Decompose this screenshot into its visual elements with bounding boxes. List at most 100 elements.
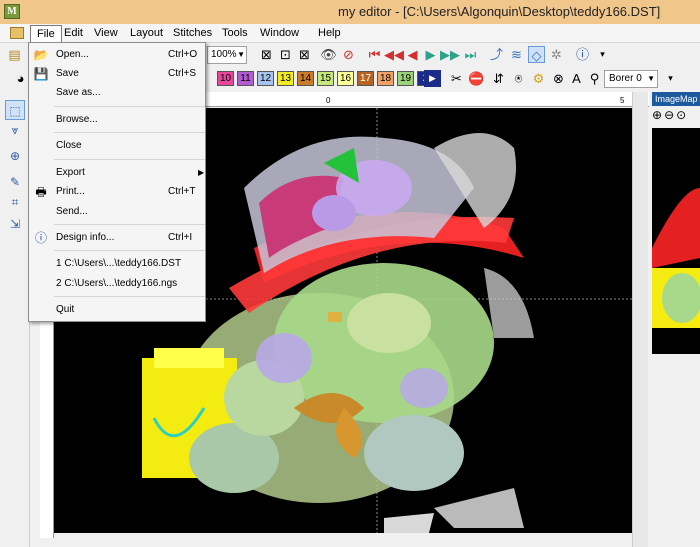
- color-swatch-17[interactable]: 17: [357, 71, 374, 86]
- info-icon[interactable]: ⓘ: [574, 46, 591, 63]
- menu-open[interactable]: 📂 Open... Ctrl+O: [29, 46, 205, 64]
- menu-view[interactable]: View: [88, 25, 124, 42]
- menu-item-label: Open...: [56, 49, 89, 60]
- needle-icon[interactable]: ⤴: [488, 46, 505, 63]
- color-swatch-14[interactable]: 14: [297, 71, 314, 86]
- menu-item-shortcut: Ctrl+T: [168, 186, 196, 197]
- menu-item-label: Save as...: [56, 87, 101, 98]
- prev-stitch-icon[interactable]: ◀: [404, 46, 421, 63]
- menu-separator: [54, 106, 205, 107]
- save-icon: 💾: [33, 67, 49, 81]
- document-icon[interactable]: [10, 27, 24, 39]
- thread-select-value: Borer 0: [609, 73, 642, 84]
- menu-close[interactable]: Close: [29, 137, 205, 155]
- toolbar-overflow-icon[interactable]: ▾: [662, 70, 679, 87]
- menu-edit[interactable]: Edit: [58, 25, 89, 42]
- stitch-select-icon[interactable]: ⩔: [5, 120, 25, 140]
- zoom-fit-icon[interactable]: ⊠: [258, 46, 275, 63]
- printer-icon: 🖶: [35, 185, 47, 199]
- prev-color-icon[interactable]: ◀◀: [384, 46, 404, 63]
- hide-stitches-icon[interactable]: ⊘: [340, 46, 357, 63]
- outline-icon[interactable]: ◇: [528, 46, 545, 63]
- new-file-icon[interactable]: ▤: [6, 46, 23, 63]
- gear-icon[interactable]: ⚙: [530, 70, 547, 87]
- zoom-page-icon[interactable]: ⊠: [296, 46, 313, 63]
- submenu-arrow-icon: ▶: [198, 168, 205, 177]
- menu-item-label: Browse...: [56, 114, 98, 125]
- imagemap-title: ImageMap: [652, 92, 700, 106]
- bead-icon[interactable]: ⍟: [510, 70, 527, 87]
- palette-icon[interactable]: ◕: [12, 70, 29, 87]
- imagemap-view[interactable]: [652, 128, 700, 354]
- menu-separator: [54, 224, 205, 225]
- zoom-in-icon[interactable]: ⊕: [652, 108, 664, 122]
- menu-item-label: 2 C:\Users\...\teddy166.ngs: [56, 278, 178, 289]
- color-swatch-10[interactable]: 10: [217, 71, 234, 86]
- menu-window[interactable]: Window: [254, 25, 305, 42]
- menu-recent-file-1[interactable]: 1 C:\Users\...\teddy166.DST: [29, 255, 205, 273]
- zoom-value: 100%: [211, 49, 237, 60]
- menu-item-label: 1 C:\Users\...\teddy166.DST: [56, 258, 182, 269]
- sparkle-icon[interactable]: ✲: [548, 46, 565, 63]
- menu-recent-file-2[interactable]: 2 C:\Users\...\teddy166.ngs: [29, 275, 205, 293]
- ruler-tick: 5: [620, 96, 625, 105]
- menu-export[interactable]: Export ▶: [29, 164, 205, 182]
- measure-icon[interactable]: ⇲: [5, 214, 25, 234]
- menu-item-shortcut: Ctrl+S: [168, 68, 197, 79]
- last-stitch-icon[interactable]: ⏭: [462, 46, 479, 63]
- open-folder-icon: 📂: [33, 48, 49, 62]
- menu-stitches[interactable]: Stitches: [167, 25, 218, 42]
- menu-print[interactable]: 🖶 Print... Ctrl+T: [29, 183, 205, 201]
- toolbar-overflow-icon[interactable]: ▾: [594, 46, 611, 63]
- color-swatch-12[interactable]: 12: [257, 71, 274, 86]
- ruler-tick: 0: [326, 96, 331, 105]
- thread-select[interactable]: Borer 0 ▼: [604, 70, 658, 88]
- swatch-scroll-icon[interactable]: ▶: [424, 70, 441, 87]
- zoom-out-icon[interactable]: ⊖: [664, 108, 676, 122]
- menu-tools[interactable]: Tools: [216, 25, 254, 42]
- select-tool-icon[interactable]: ⬚: [5, 100, 25, 120]
- window-title: my editor - [C:\Users\Algonquin\Desktop\…: [338, 4, 661, 19]
- menu-separator: [54, 296, 205, 297]
- vertical-scrollbar[interactable]: [632, 92, 648, 547]
- menu-file[interactable]: File: [30, 25, 62, 42]
- trim-icon[interactable]: ⚲: [586, 70, 603, 87]
- menu-save[interactable]: 💾 Save Ctrl+S: [29, 65, 205, 83]
- color-swatch-16[interactable]: 16: [337, 71, 354, 86]
- edit-points-icon[interactable]: ⌗: [5, 192, 25, 212]
- tool-palette: ⬚ ⩔ ⊕ ✎ ⌗ ⇲: [0, 92, 30, 547]
- zoom-reset-icon[interactable]: ⊙: [676, 108, 688, 122]
- first-stitch-icon[interactable]: ⏮: [366, 46, 383, 63]
- zoom-select[interactable]: 100% ▼: [207, 46, 247, 64]
- color-swatch-13[interactable]: 13: [277, 71, 294, 86]
- menu-separator: [54, 159, 205, 160]
- color-swatch-18[interactable]: 18: [377, 71, 394, 86]
- next-color-icon[interactable]: ▶▶: [440, 46, 460, 63]
- digitize-icon[interactable]: ✎: [5, 172, 25, 192]
- color-swatch-19[interactable]: 19: [397, 71, 414, 86]
- wave-icon[interactable]: ≋: [508, 46, 525, 63]
- text-icon[interactable]: A: [568, 70, 585, 87]
- menu-item-label: Save: [56, 68, 79, 79]
- menu-help[interactable]: Help: [312, 25, 347, 42]
- menu-save-as[interactable]: Save as...: [29, 84, 205, 102]
- scissors-icon[interactable]: ✂: [448, 70, 465, 87]
- menu-send[interactable]: Send...: [29, 203, 205, 221]
- show-stitches-icon[interactable]: 👁: [320, 46, 337, 63]
- menu-layout[interactable]: Layout: [124, 25, 169, 42]
- color-swatch-15[interactable]: 15: [317, 71, 334, 86]
- menu-item-shortcut: Ctrl+I: [168, 232, 193, 243]
- menu-separator: [54, 250, 205, 251]
- menu-browse[interactable]: Browse...: [29, 111, 205, 129]
- app-icon[interactable]: M: [4, 4, 20, 19]
- sequin-icon[interactable]: ⇵: [490, 70, 507, 87]
- menu-quit[interactable]: Quit: [29, 301, 205, 319]
- menu-design-info[interactable]: ⓘ Design info... Ctrl+I: [29, 229, 205, 247]
- marker-icon[interactable]: ⊗: [550, 70, 567, 87]
- zoom-design-icon[interactable]: ⊡: [277, 46, 294, 63]
- zoom-tool-icon[interactable]: ⊕: [5, 146, 25, 166]
- stop-icon[interactable]: ⛔: [468, 70, 485, 87]
- chevron-down-icon: ▼: [647, 74, 655, 83]
- next-stitch-icon[interactable]: ▶: [422, 46, 439, 63]
- color-swatch-11[interactable]: 11: [237, 71, 254, 86]
